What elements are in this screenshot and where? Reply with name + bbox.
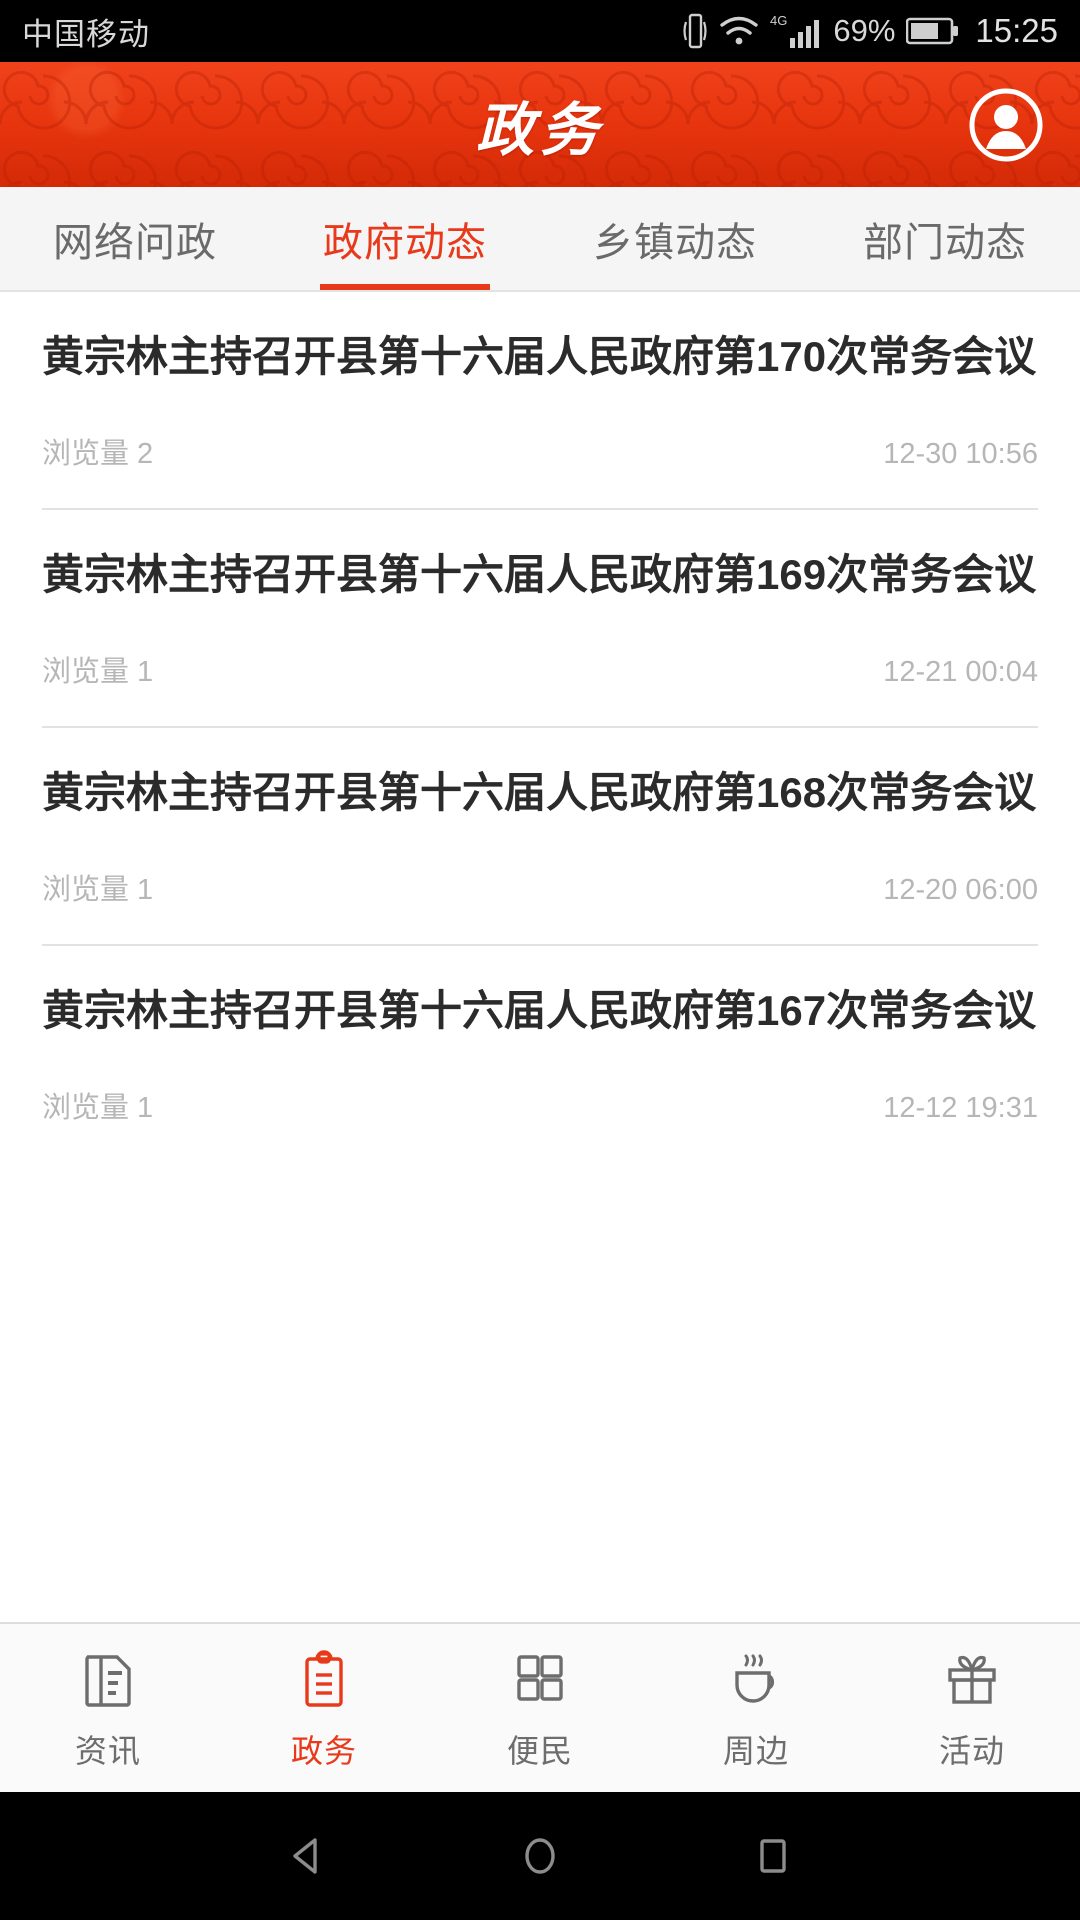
- tab-label: 政府动态: [323, 220, 487, 265]
- list-item[interactable]: 黄宗林主持召开县第十六届人民政府第168次常务会议 浏览量 1 12-20 06…: [0, 728, 1080, 944]
- recents-square-icon[interactable]: [738, 1821, 808, 1891]
- svg-text:4G: 4G: [770, 13, 787, 28]
- news-title: 黄宗林主持召开县第十六届人民政府第170次常务会议: [42, 333, 1037, 380]
- list-item[interactable]: 黄宗林主持召开县第十六届人民政府第167次常务会议 浏览量 1 12-12 19…: [0, 946, 1080, 1162]
- battery-percent-label: 69%: [833, 13, 896, 48]
- news-timestamp: 12-30 10:56: [883, 437, 1038, 470]
- signal-icon: 4G: [770, 12, 822, 50]
- tab-label: 乡镇动态: [593, 220, 757, 265]
- news-timestamp: 12-12 19:31: [883, 1091, 1038, 1124]
- list-item[interactable]: 黄宗林主持召开县第十六届人民政府第169次常务会议 浏览量 1 12-21 00…: [0, 510, 1080, 726]
- news-timestamp: 12-20 06:00: [883, 873, 1038, 906]
- nav-item-zhoubian[interactable]: 周边: [648, 1644, 864, 1772]
- news-meta: 浏览量 1 12-20 06:00: [42, 822, 1038, 944]
- news-title: 黄宗林主持召开县第十六届人民政府第167次常务会议: [42, 986, 1037, 1034]
- news-views: 浏览量 1: [42, 873, 154, 906]
- news-document-icon: [74, 1644, 142, 1712]
- nav-label: 周边: [722, 1733, 789, 1769]
- page-title: 政务: [475, 95, 604, 164]
- news-title: 黄宗林主持召开县第十六届人民政府第168次常务会议: [42, 768, 1037, 816]
- tab-zhengfu-dongtai[interactable]: 政府动态: [270, 187, 540, 290]
- news-title: 黄宗林主持召开县第十六届人民政府第169次常务会议: [42, 550, 1037, 598]
- category-tabs: 网络问政 政府动态 乡镇动态 部门动态: [0, 187, 1080, 292]
- user-avatar-icon[interactable]: [968, 87, 1044, 163]
- vibrate-icon: [682, 12, 708, 50]
- bottom-navigation: 资讯 政务 便民 周边 活动: [0, 1622, 1080, 1792]
- coffee-cup-icon: [722, 1644, 790, 1712]
- nav-label: 政务: [290, 1733, 357, 1769]
- clock-label: 15:25: [975, 12, 1058, 49]
- status-bar: 中国移动 4G 69% 15:25: [0, 0, 1080, 62]
- nav-item-bianmin[interactable]: 便民: [432, 1644, 648, 1772]
- android-system-nav: [0, 1792, 1080, 1920]
- status-bar-icons: 4G 69% 15:25: [682, 12, 1058, 50]
- news-meta: 浏览量 1 12-12 19:31: [42, 1040, 1038, 1162]
- nav-label: 便民: [506, 1733, 573, 1769]
- back-triangle-icon[interactable]: [272, 1821, 342, 1891]
- wifi-icon: [719, 14, 759, 48]
- nav-item-zhengwu[interactable]: 政务: [216, 1644, 432, 1772]
- nav-item-zixun[interactable]: 资讯: [0, 1644, 216, 1772]
- tab-label: 网络问政: [53, 220, 217, 265]
- tab-wangluo-wenzheng[interactable]: 网络问政: [0, 187, 270, 290]
- news-meta: 浏览量 1 12-21 00:04: [42, 604, 1038, 726]
- news-list[interactable]: 黄宗林主持召开县第十六届人民政府第170次常务会议 浏览量 2 12-30 10…: [0, 292, 1080, 1622]
- news-timestamp: 12-21 00:04: [883, 655, 1038, 688]
- nav-label: 活动: [938, 1733, 1005, 1769]
- app-header: 政务: [0, 62, 1080, 187]
- clipboard-icon: [290, 1644, 358, 1712]
- nav-item-huodong[interactable]: 活动: [864, 1644, 1080, 1772]
- home-circle-icon[interactable]: [505, 1821, 575, 1891]
- tab-xiangzhen-dongtai[interactable]: 乡镇动态: [540, 187, 810, 290]
- news-views: 浏览量 2: [42, 437, 154, 470]
- list-item[interactable]: 黄宗林主持召开县第十六届人民政府第170次常务会议 浏览量 2 12-30 10…: [0, 292, 1080, 508]
- news-views: 浏览量 1: [42, 1091, 154, 1124]
- carrier-label: 中国移动: [22, 16, 150, 52]
- tab-bumen-dongtai[interactable]: 部门动态: [810, 187, 1080, 290]
- news-views: 浏览量 1: [42, 655, 154, 688]
- tab-label: 部门动态: [863, 220, 1027, 265]
- news-meta: 浏览量 2 12-30 10:56: [42, 386, 1038, 508]
- battery-icon: [906, 16, 960, 46]
- nav-label: 资讯: [74, 1733, 141, 1769]
- app-root: 中国移动 4G 69% 15:25 政务 网络问政 政府动态 乡镇动态 部门动态…: [0, 0, 1080, 1920]
- grid-icon: [506, 1644, 574, 1712]
- tab-underline: [320, 284, 490, 290]
- gift-icon: [938, 1644, 1006, 1712]
